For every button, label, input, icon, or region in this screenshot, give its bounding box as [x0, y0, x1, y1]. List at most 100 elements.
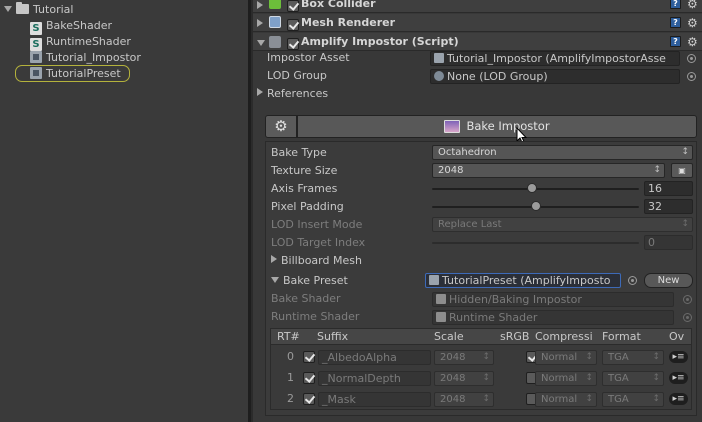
lod-insert-mode-dropdown[interactable]: Replace Last — [432, 217, 693, 232]
compression-dropdown[interactable]: Normal — [535, 392, 597, 407]
row-enabled-checkbox[interactable] — [303, 393, 315, 405]
runtime-shader-label: Runtime Shader — [271, 310, 360, 323]
scale-dropdown[interactable]: 2048 — [434, 350, 494, 365]
gear-icon[interactable]: ⚙ — [687, 17, 698, 29]
pixel-padding-label: Pixel Padding — [271, 200, 344, 213]
object-picker-icon[interactable] — [683, 295, 692, 304]
component-header-box-collider[interactable]: Box Collider ? ⚙ — [253, 0, 702, 13]
help-icon[interactable]: ? — [670, 17, 681, 28]
overflow-menu-icon[interactable]: ▸≡ — [669, 372, 688, 384]
bake-type-label: Bake Type — [271, 146, 327, 159]
box-collider-enabled-checkbox[interactable] — [287, 0, 299, 12]
project-panel: Tutorial S BakeShader S RuntimeShader Tuto… — [0, 0, 248, 422]
impostor-asset-field[interactable]: Tutorial_Impostor (AmplifyImpostorAsse — [430, 51, 680, 66]
object-picker-icon[interactable] — [687, 54, 696, 63]
pixel-padding-slider[interactable] — [432, 200, 639, 214]
list-item-tutorial-impostor[interactable]: Tutorial_Impostor — [30, 50, 141, 66]
lock-icon: ▣ — [678, 166, 686, 175]
lod-group-label: LOD Group — [267, 69, 327, 82]
axis-frames-label: Axis Frames — [271, 182, 338, 195]
axis-frames-slider[interactable] — [432, 182, 639, 196]
fold-arrow-icon[interactable] — [271, 277, 279, 283]
rt-index: 2 — [287, 392, 294, 405]
bake-shader-field[interactable]: Hidden/Baking Impostor — [432, 292, 674, 307]
column-header-ov: Ov — [669, 330, 685, 343]
folder-icon — [16, 2, 29, 14]
runtime-shader-field[interactable]: Runtime Shader — [432, 310, 674, 325]
bake-preset-field[interactable]: TutorialPreset (AmplifyImposto — [425, 273, 621, 288]
billboard-mesh-foldout[interactable]: Billboard Mesh — [271, 253, 362, 269]
lod-group-field[interactable]: None (LOD Group) — [430, 69, 680, 84]
gear-icon[interactable]: ⚙ — [687, 36, 698, 48]
new-preset-button[interactable]: New — [644, 273, 693, 288]
impostor-asset-label: Impostor Asset — [267, 51, 350, 64]
table-row: 0 _AlbedoAlpha 2048 Normal TGA ▸≡ — [271, 349, 691, 367]
component-header-mesh-renderer[interactable]: Mesh Renderer ? ⚙ — [253, 14, 702, 32]
help-icon[interactable]: ? — [670, 0, 681, 9]
lod-target-input[interactable]: 0 — [644, 235, 693, 250]
gear-icon[interactable]: ⚙ — [687, 0, 698, 10]
bake-preset-foldout[interactable]: Bake Preset — [271, 273, 348, 289]
fold-arrow-icon[interactable] — [271, 255, 277, 263]
lod-insert-mode-label: LOD Insert Mode — [271, 218, 363, 231]
format-dropdown[interactable]: TGA — [602, 371, 664, 386]
fold-arrow-icon[interactable] — [257, 1, 263, 9]
bake-shader-label: Bake Shader — [271, 292, 341, 305]
slider-thumb[interactable] — [531, 201, 541, 211]
shader-icon — [436, 294, 446, 304]
component-title: Mesh Renderer — [301, 16, 396, 29]
list-item-tutorialpreset[interactable]: TutorialPreset — [15, 65, 130, 82]
suffix-input[interactable]: _Mask — [318, 392, 431, 407]
gear-icon: ⚙ — [274, 117, 288, 135]
suffix-input[interactable]: _AlbedoAlpha — [318, 350, 431, 365]
overflow-menu-icon[interactable]: ▸≡ — [669, 351, 688, 363]
fold-arrow-icon[interactable] — [257, 19, 263, 27]
mesh-renderer-enabled-checkbox[interactable] — [287, 19, 299, 31]
scale-dropdown[interactable]: 2048 — [434, 392, 494, 407]
column-header-scale: Scale — [434, 330, 464, 343]
pixel-padding-input[interactable]: 32 — [644, 199, 693, 214]
row-enabled-checkbox[interactable] — [303, 351, 315, 363]
texture-size-dropdown[interactable]: 2048 — [432, 163, 665, 178]
help-icon[interactable]: ? — [670, 36, 681, 47]
compression-dropdown[interactable]: Normal — [535, 371, 597, 386]
column-header-suffix: Suffix — [317, 330, 349, 343]
object-picker-icon[interactable] — [687, 72, 696, 81]
shader-icon — [436, 312, 446, 322]
component-title: Amplify Impostor (Script) — [301, 35, 459, 48]
fold-arrow-icon[interactable] — [4, 6, 12, 12]
scale-dropdown[interactable]: 2048 — [434, 371, 494, 386]
texture-size-label: Texture Size — [271, 164, 338, 177]
slider-thumb[interactable] — [527, 183, 537, 193]
lock-button[interactable]: ▣ — [671, 163, 693, 178]
bake-impostor-button[interactable]: Bake Impostor — [297, 115, 697, 138]
component-header-amplify-impostor[interactable]: Amplify Impostor (Script) ? ⚙ — [253, 33, 702, 51]
lod-target-slider[interactable] — [432, 242, 639, 244]
references-foldout[interactable]: References — [257, 86, 328, 102]
script-icon — [269, 36, 281, 48]
fold-arrow-icon[interactable] — [257, 40, 265, 46]
suffix-input[interactable]: _NormalDepth — [318, 371, 431, 386]
asset-icon — [30, 67, 42, 79]
settings-gear-button[interactable]: ⚙ — [265, 115, 297, 138]
rt-index: 1 — [287, 371, 294, 384]
bake-type-dropdown[interactable]: Octahedron — [432, 145, 693, 160]
folder-label: Tutorial — [33, 3, 74, 16]
axis-frames-input[interactable]: 16 — [644, 181, 693, 196]
object-picker-icon[interactable] — [683, 313, 692, 322]
format-dropdown[interactable]: TGA — [602, 350, 664, 365]
list-item-runtimeshader[interactable]: S RuntimeShader — [30, 34, 131, 51]
overflow-menu-icon[interactable]: ▸≡ — [669, 393, 688, 405]
object-picker-icon[interactable] — [628, 276, 637, 285]
impostor-icon — [444, 120, 461, 133]
column-header-srgb: sRGB — [500, 330, 530, 343]
row-enabled-checkbox[interactable] — [303, 372, 315, 384]
format-dropdown[interactable]: TGA — [602, 392, 664, 407]
lod-target-index-label: LOD Target Index — [271, 236, 366, 249]
table-row: 2 _Mask 2048 Normal TGA ▸≡ — [271, 391, 691, 409]
compression-dropdown[interactable]: Normal — [535, 350, 597, 365]
list-item-bakeshader[interactable]: S BakeShader — [30, 18, 112, 35]
fold-arrow-icon[interactable] — [257, 88, 263, 96]
amplify-enabled-checkbox[interactable] — [287, 38, 299, 50]
folder-tutorial[interactable]: Tutorial — [4, 2, 73, 18]
